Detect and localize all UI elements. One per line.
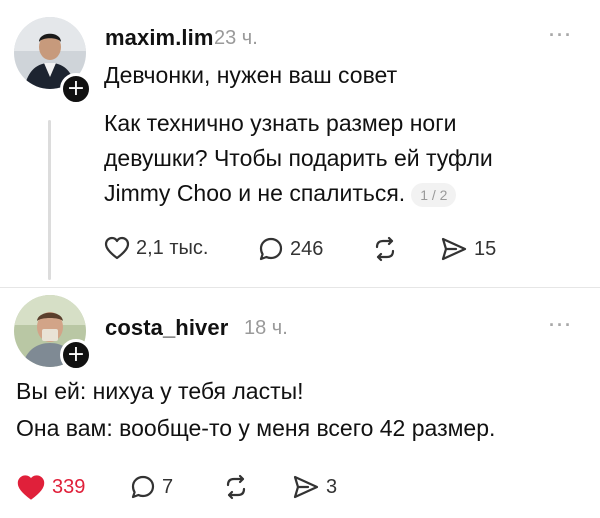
share-button[interactable]: 3 [292,474,337,500]
like-count: 2,1 тыс. [136,236,209,259]
thread-line [48,120,51,280]
more-options-button[interactable]: ··· [549,25,573,46]
follow-plus-button[interactable]: + [60,339,92,371]
share-icon [293,475,319,499]
comment-count: 7 [162,475,174,498]
post-text-paragraph: Как технично узнать размер ноги девушки?… [104,106,493,211]
heart-filled-icon [17,475,45,500]
comment-icon [259,237,283,261]
post-text-line: Вы ей: нихуа у тебя ласты! [16,378,304,404]
comment-icon [131,475,155,499]
share-count: 3 [326,475,338,498]
share-icon [441,237,467,261]
timestamp: 18 ч. [244,317,288,339]
comment-button[interactable]: 246 [258,236,323,262]
username[interactable]: costa_hiver [105,315,228,341]
post-text-line-1: Девчонки, нужен ваш совет [104,62,398,88]
more-options-button[interactable]: ··· [549,315,573,336]
repost-button[interactable] [371,236,399,262]
share-button[interactable]: 15 [440,236,496,262]
repost-icon [226,474,246,500]
share-count: 15 [474,237,497,260]
heart-icon [104,236,130,260]
post-text-line: девушки? Чтобы подарить ей туфли [104,145,493,171]
timestamp: 23 ч. [214,27,258,49]
repost-button[interactable] [222,474,250,500]
post-text-paragraph: Вы ей: нихуа у тебя ласты! Она вам: вооб… [16,373,495,447]
post-text-line: Она вам: вообще-то у меня всего 42 разме… [16,415,496,441]
like-button[interactable]: 2,1 тыс. [104,236,208,260]
comment-button[interactable]: 7 [130,474,173,500]
post-costa-hiver: + costa_hiver 18 ч. ··· Вы ей: нихуа у т… [0,288,600,518]
page-indicator: 1 / 2 [411,182,457,207]
comment-count: 246 [290,237,324,260]
post-text-line: Как технично узнать размер ноги [104,110,457,136]
username[interactable]: maxim.lim [105,25,214,51]
post-maxim-lim: + maxim.lim 23 ч. ··· Девчонки, нужен ва… [0,0,600,290]
like-button[interactable]: 339 [16,474,85,501]
follow-plus-button[interactable]: + [60,73,92,105]
post-text-line: Jimmy Choo и не спалиться. 1 / 2 [104,176,493,211]
post-text-line-end: Jimmy Choo и не спалиться. [104,180,406,206]
like-count: 339 [52,476,86,498]
repost-icon [375,236,395,262]
